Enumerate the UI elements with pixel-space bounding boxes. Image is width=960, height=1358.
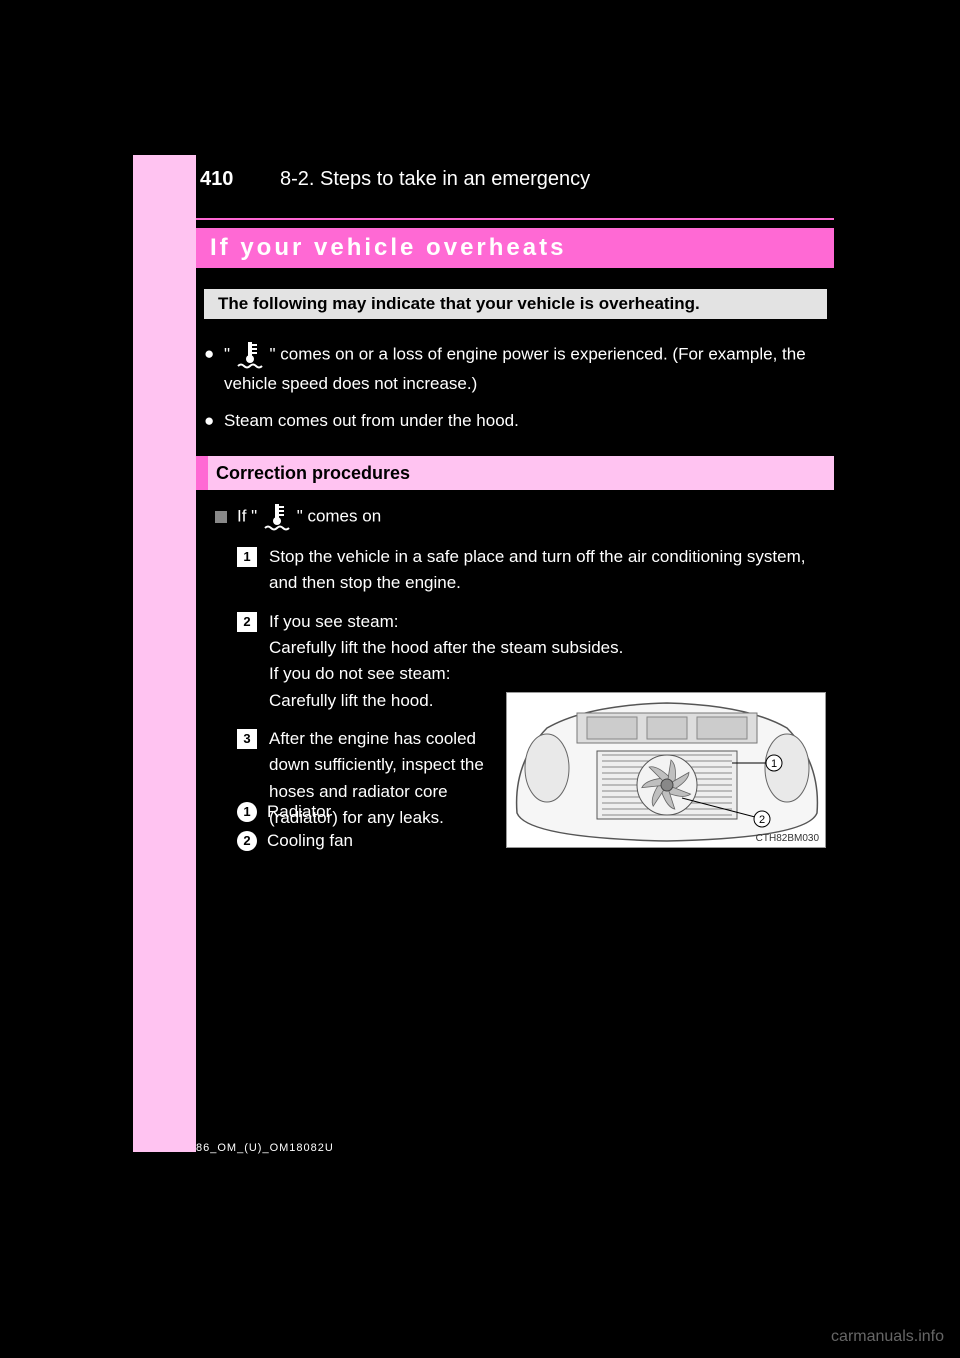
page-number: 410 xyxy=(200,168,233,191)
section-label: 8-2. Steps to take in an emergency xyxy=(280,168,590,191)
bullet-1: ● " " comes on or a loss of engine power… xyxy=(204,340,827,397)
bullet-marker: ● xyxy=(204,407,224,434)
engine-diagram: 1 2 CTH82BM030 xyxy=(506,692,826,848)
intro-box: The following may indicate that your veh… xyxy=(204,289,827,319)
watermark: carmanuals.info xyxy=(831,1328,944,1346)
page-title: If your vehicle overheats xyxy=(196,228,834,268)
manual-page: 410 8-2. Steps to take in an emergency I… xyxy=(0,0,960,1358)
footer-code: 86_OM_(U)_OM18082U xyxy=(196,1142,334,1154)
proc-heading-text: If " " comes on xyxy=(237,502,381,532)
overheat-indicators: ● " " comes on or a loss of engine power… xyxy=(204,330,827,434)
step-number-1: 1 xyxy=(237,547,257,567)
svg-text:1: 1 xyxy=(771,758,777,770)
step-number-3: 3 xyxy=(237,729,257,749)
callout-number-2: 2 xyxy=(237,831,257,851)
step-2a: If you see steam: xyxy=(269,609,827,635)
bullet-1-pre: " xyxy=(224,344,230,363)
callout-1: 1 Radiator xyxy=(237,798,467,827)
subheader-label: Correction procedures xyxy=(216,463,410,483)
bullet-1-text: " " comes on or a loss of engine power i… xyxy=(224,340,827,397)
step-number-2: 2 xyxy=(237,612,257,632)
engine-temp-icon xyxy=(262,502,292,532)
figure-code: CTH82BM030 xyxy=(756,833,819,844)
proc-heading-pre: If " xyxy=(237,506,257,525)
proc-heading-post: " comes on xyxy=(297,506,381,525)
svg-text:2: 2 xyxy=(759,814,765,826)
bullet-1-post: " comes on or a loss of engine power is … xyxy=(224,344,806,393)
step-2c: If you do not see steam: xyxy=(269,661,827,687)
procedure-heading: If " " comes on xyxy=(215,502,827,532)
step-1-text: Stop the vehicle in a safe place and tur… xyxy=(269,544,827,597)
callout-2: 2 Cooling fan xyxy=(237,827,467,856)
callout-2-label: Cooling fan xyxy=(267,827,353,856)
bullet-2: ● Steam comes out from under the hood. xyxy=(204,407,827,434)
step-2b: Carefully lift the hood after the steam … xyxy=(269,635,827,661)
callout-1-label: Radiator xyxy=(267,798,331,827)
callout-number-1: 1 xyxy=(237,802,257,822)
sidebar-accent xyxy=(133,155,196,1152)
step-1: 1 Stop the vehicle in a safe place and t… xyxy=(215,544,827,597)
divider xyxy=(196,218,834,220)
square-marker xyxy=(215,511,227,523)
bullet-marker: ● xyxy=(204,340,224,367)
engine-temp-icon xyxy=(235,340,265,370)
bullet-2-text: Steam comes out from under the hood. xyxy=(224,407,827,434)
subheader-correction: Correction procedures xyxy=(196,456,834,490)
figure-callouts: 1 Radiator 2 Cooling fan xyxy=(237,798,467,856)
subheader-accent xyxy=(196,456,208,490)
